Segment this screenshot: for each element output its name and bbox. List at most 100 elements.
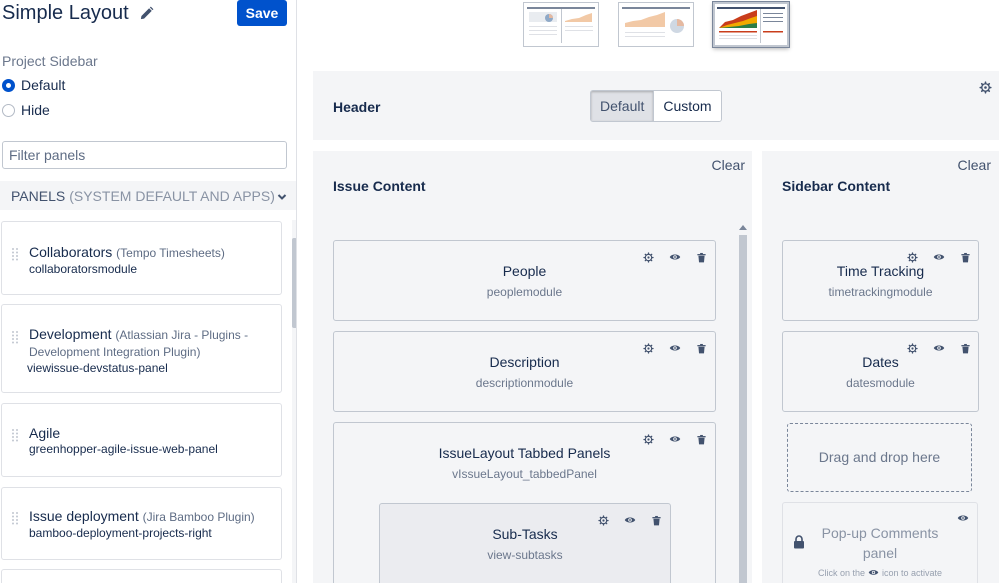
radio-default-input[interactable] <box>2 78 15 92</box>
trash-icon[interactable] <box>696 343 707 354</box>
chevron-down-icon[interactable] <box>277 189 287 205</box>
panel-card-partial[interactable] <box>1 569 282 583</box>
drag-handle-icon[interactable] <box>11 511 19 525</box>
eye-icon[interactable] <box>933 251 945 263</box>
gear-icon[interactable] <box>643 434 654 445</box>
card-actions <box>643 433 707 445</box>
trash-icon[interactable] <box>696 434 707 445</box>
header-section: Header Default Custom <box>313 71 999 140</box>
panels-header-main: PANELS <box>11 187 66 204</box>
card-key: datesmodule <box>846 376 915 390</box>
issue-card-sub-tasks[interactable]: Sub-Tasks view-subtasks <box>379 503 671 583</box>
radio-hide-input[interactable] <box>2 103 15 117</box>
card-actions <box>907 251 971 263</box>
pencil-icon[interactable] <box>139 6 154 21</box>
popup-title: Pop-up Comments panel <box>821 525 939 561</box>
issue-card-tabbed-panels[interactable]: IssueLayout Tabbed Panels vIssueLayout_t… <box>333 422 716 583</box>
sidebar-content-column: Sidebar Content Clear Time Tracking time… <box>762 151 999 583</box>
card-actions <box>598 514 662 526</box>
gear-icon[interactable] <box>907 252 918 263</box>
sidebar-content-title: Sidebar Content <box>782 178 891 194</box>
eye-icon[interactable] <box>669 433 681 445</box>
panel-card-development[interactable]: Development (Atlassian Jira - Plugins - … <box>1 304 282 393</box>
panel-card-agile[interactable]: Agile greenhopper-agile-issue-web-panel <box>1 403 282 477</box>
panel-name: Issue deployment <box>29 508 139 524</box>
radio-hide[interactable]: Hide <box>2 102 50 118</box>
card-title: IssueLayout Tabbed Panels <box>438 445 611 461</box>
eye-icon[interactable] <box>669 251 681 263</box>
card-key: vIssueLayout_tabbedPanel <box>452 467 597 481</box>
popup-hint: Click on the icon to activate <box>783 567 977 578</box>
issue-content-title: Issue Content <box>333 178 426 194</box>
card-title: Description <box>489 354 560 370</box>
panel-name: Agile <box>29 425 61 441</box>
header-title: Header <box>333 99 381 115</box>
card-actions <box>643 342 707 354</box>
drag-handle-icon[interactable] <box>11 428 19 442</box>
filter-panels-input[interactable] <box>2 141 287 169</box>
layout-thumbnail-1[interactable] <box>523 2 599 47</box>
radio-default[interactable]: Default <box>2 77 65 93</box>
title-row: Simple Layout <box>2 0 154 26</box>
card-title: Time Tracking <box>836 263 925 279</box>
gear-icon[interactable] <box>643 252 654 263</box>
panel-list-scrollbar[interactable] <box>292 220 296 583</box>
scroll-up-icon[interactable] <box>739 225 747 230</box>
page-title: Simple Layout <box>2 1 129 24</box>
panel-card-issue-deployment[interactable]: Issue deployment (Jira Bamboo Plugin) ba… <box>1 487 282 560</box>
eye-off-icon[interactable] <box>957 512 969 524</box>
card-title: Sub-Tasks <box>492 526 558 542</box>
card-title: People <box>502 263 547 279</box>
eye-icon[interactable] <box>933 342 945 354</box>
card-title: Dates <box>862 354 899 370</box>
sidebar-card-dates[interactable]: Dates datesmodule <box>782 331 979 412</box>
gear-icon[interactable] <box>979 81 992 94</box>
save-button[interactable]: Save <box>237 0 287 26</box>
header-default-button[interactable]: Default <box>591 91 655 121</box>
gear-icon[interactable] <box>643 343 654 354</box>
layout-thumbnail-2[interactable] <box>618 2 694 47</box>
project-sidebar-label: Project Sidebar <box>2 53 98 69</box>
panel-key: bamboo-deployment-projects-right <box>29 526 212 540</box>
hint-before: Click on the <box>817 567 865 578</box>
issue-card-description[interactable]: Description descriptionmodule <box>333 331 716 412</box>
gear-icon[interactable] <box>907 343 918 354</box>
panel-source: (Jira Bamboo Plugin) <box>142 510 255 524</box>
panel-name: Collaborators <box>29 244 113 260</box>
panel-card-collaborators[interactable]: Collaborators (Tempo Timesheets) collabo… <box>1 221 282 295</box>
trash-icon[interactable] <box>960 252 971 263</box>
panels-header-sub: (SYSTEM DEFAULT AND APPS) <box>69 187 275 204</box>
drag-handle-icon[interactable] <box>11 247 19 261</box>
lock-icon <box>794 535 804 549</box>
scrollbar-thumb[interactable] <box>739 235 747 583</box>
issue-content-column: Issue Content Clear People peoplemodule … <box>313 151 752 583</box>
panel-key: viewissue-devstatus-panel <box>27 361 168 375</box>
trash-icon[interactable] <box>696 252 707 263</box>
eye-icon[interactable] <box>624 514 636 526</box>
panel-source: (Tempo Timesheets) <box>116 246 225 260</box>
sidebar-content-clear-button[interactable]: Clear <box>958 157 991 173</box>
card-key: descriptionmodule <box>475 376 574 390</box>
trash-icon[interactable] <box>651 515 662 526</box>
header-custom-button[interactable]: Custom <box>654 91 721 121</box>
card-actions <box>907 342 971 354</box>
drop-zone[interactable]: Drag and drop here <box>787 423 972 492</box>
panels-section-toggle[interactable]: PANELS (SYSTEM DEFAULT AND APPS) <box>0 181 296 210</box>
popup-comments-panel[interactable]: Pop-up Comments panel Click on the icon … <box>782 502 978 583</box>
layout-thumbnail-3[interactable] <box>713 2 789 47</box>
header-mode-toggle: Default Custom <box>590 90 722 122</box>
drag-handle-icon[interactable] <box>11 330 19 344</box>
issue-content-clear-button[interactable]: Clear <box>712 157 745 173</box>
scrollbar-thumb[interactable] <box>292 238 296 328</box>
sidebar-card-time-tracking[interactable]: Time Tracking timetrackingmodule <box>782 240 979 321</box>
radio-default-label: Default <box>21 77 66 93</box>
card-key: timetrackingmodule <box>828 285 933 299</box>
trash-icon[interactable] <box>960 343 971 354</box>
eye-icon[interactable] <box>669 342 681 354</box>
radio-hide-label: Hide <box>21 102 50 118</box>
issue-card-people[interactable]: People peoplemodule <box>333 240 716 321</box>
gear-icon[interactable] <box>598 515 609 526</box>
panel-library: Simple Layout Save Project Sidebar Defau… <box>0 0 297 583</box>
issue-content-scrollbar[interactable] <box>737 223 749 583</box>
hint-after: icon to activate <box>881 567 943 578</box>
